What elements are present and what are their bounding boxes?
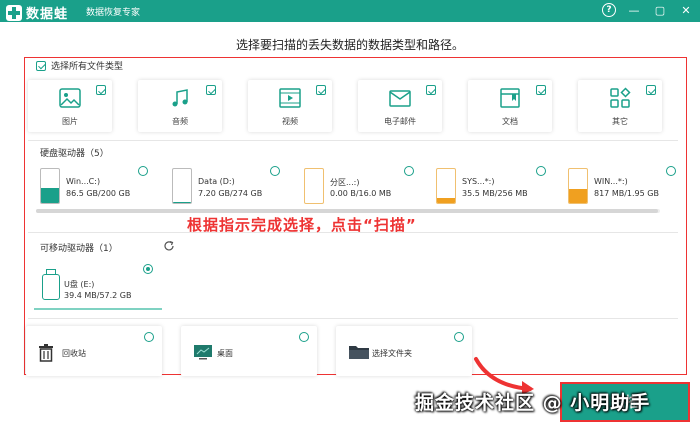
folder-icon — [349, 346, 369, 359]
usb-drive-size: 39.4 MB/57.2 GB — [64, 291, 132, 300]
location-choose-folder-radio[interactable] — [454, 332, 464, 342]
desktop-icon — [194, 345, 212, 360]
close-icon[interactable]: ✕ — [678, 2, 694, 18]
video-icon — [279, 88, 301, 108]
drive-win-radio[interactable] — [666, 166, 676, 176]
window-controls: ? — ▢ ✕ — [602, 2, 694, 18]
select-all-checkbox[interactable]: 选择所有文件类型 — [36, 59, 123, 72]
title-bar: 数据蛙 数据恢复专家 ? — ▢ ✕ — [0, 0, 700, 22]
location-choose-folder[interactable]: 选择文件夹 — [336, 326, 472, 376]
drive-sys-name: SYS...*:) — [462, 177, 495, 186]
file-type-email-label: 电子邮件 — [384, 117, 416, 126]
drive-win-icon — [568, 168, 588, 204]
file-type-audio[interactable]: 音频 — [138, 80, 222, 132]
drive-c-name: Win...C:) — [66, 177, 101, 186]
drive-d-name: Data (D:) — [198, 177, 235, 186]
drive-win-name: WIN...*:) — [594, 177, 628, 186]
maximize-icon[interactable]: ▢ — [652, 2, 668, 18]
file-type-email-check[interactable] — [426, 85, 436, 95]
file-type-image-label: 图片 — [62, 117, 78, 126]
file-type-other-label: 其它 — [612, 117, 628, 126]
file-type-video-check[interactable] — [316, 85, 326, 95]
audio-icon — [172, 89, 188, 107]
file-type-list: 图片 音频 视频 电子邮件 文档 其它 — [0, 80, 700, 132]
drive-c-radio[interactable] — [138, 166, 148, 176]
logo-text: 数据蛙 — [26, 7, 69, 22]
logo-cross-icon — [6, 4, 22, 21]
drive-partition-size: 0.00 B/16.0 MB — [330, 189, 392, 198]
file-type-document-check[interactable] — [536, 85, 546, 95]
file-type-email[interactable]: 电子邮件 — [358, 80, 442, 132]
drive-c-icon — [40, 168, 60, 204]
file-type-other[interactable]: 其它 — [578, 80, 662, 132]
help-icon[interactable]: ? — [602, 3, 616, 17]
watermark-text: 掘金技术社区 @ 小明助手 — [415, 392, 651, 414]
file-type-other-check[interactable] — [646, 85, 656, 95]
divider — [28, 140, 678, 141]
file-type-audio-label: 音频 — [172, 117, 188, 126]
location-desktop-radio[interactable] — [299, 332, 309, 342]
instruction-annotation: 根据指示完成选择，点击“扫描” — [187, 216, 417, 234]
drive-partition-icon — [304, 168, 324, 204]
app-logo: 数据蛙 — [6, 3, 68, 22]
divider — [28, 318, 678, 319]
drive-d-radio[interactable] — [270, 166, 280, 176]
location-choose-folder-label: 选择文件夹 — [372, 349, 412, 358]
document-icon — [500, 88, 520, 108]
app-slogan: 数据恢复专家 — [86, 8, 141, 18]
page-headline: 选择要扫描的丢失数据的数据类型和路径。 — [235, 38, 464, 52]
usb-drive-radio[interactable] — [143, 264, 153, 274]
recycle-bin-icon — [39, 344, 53, 362]
file-type-document[interactable]: 文档 — [468, 80, 552, 132]
file-type-video[interactable]: 视频 — [248, 80, 332, 132]
select-all-check[interactable] — [36, 60, 46, 71]
email-icon — [389, 90, 411, 107]
drive-scrollbar-thumb[interactable] — [36, 209, 658, 213]
location-recycle-bin-label: 回收站 — [62, 349, 86, 358]
drive-d-size: 7.20 GB/274 GB — [198, 189, 263, 198]
select-all-label: 选择所有文件类型 — [51, 62, 124, 72]
image-icon — [59, 88, 81, 108]
file-type-image[interactable]: 图片 — [28, 80, 112, 132]
hard-drive-section-title: 硬盘驱动器（5） — [40, 149, 109, 159]
drive-d-icon — [172, 168, 192, 204]
drive-partition-name: 分区...:) — [330, 178, 360, 187]
location-recycle-bin[interactable]: 回收站 — [26, 326, 162, 376]
drive-sys-size: 35.5 MB/256 MB — [462, 189, 528, 198]
location-desktop-label: 桌面 — [217, 349, 233, 358]
refresh-icon[interactable] — [163, 240, 175, 252]
location-desktop[interactable]: 桌面 — [181, 326, 317, 376]
file-type-document-label: 文档 — [502, 117, 518, 126]
usb-drive-name: U盘 (E:) — [64, 280, 95, 289]
drive-sys-icon — [436, 168, 456, 204]
file-type-audio-check[interactable] — [206, 85, 216, 95]
file-type-image-check[interactable] — [96, 85, 106, 95]
drive-win-size: 817 MB/1.95 GB — [594, 189, 659, 198]
minimize-icon[interactable]: — — [626, 2, 642, 18]
drive-c-size: 86.5 GB/200 GB — [66, 189, 131, 198]
drive-partition-radio[interactable] — [404, 166, 414, 176]
file-type-video-label: 视频 — [282, 117, 298, 126]
usb-drive-icon — [42, 269, 60, 300]
other-icon — [610, 87, 631, 108]
location-recycle-bin-radio[interactable] — [144, 332, 154, 342]
drive-sys-radio[interactable] — [536, 166, 546, 176]
removable-section-title: 可移动驱动器（1） — [40, 244, 118, 254]
